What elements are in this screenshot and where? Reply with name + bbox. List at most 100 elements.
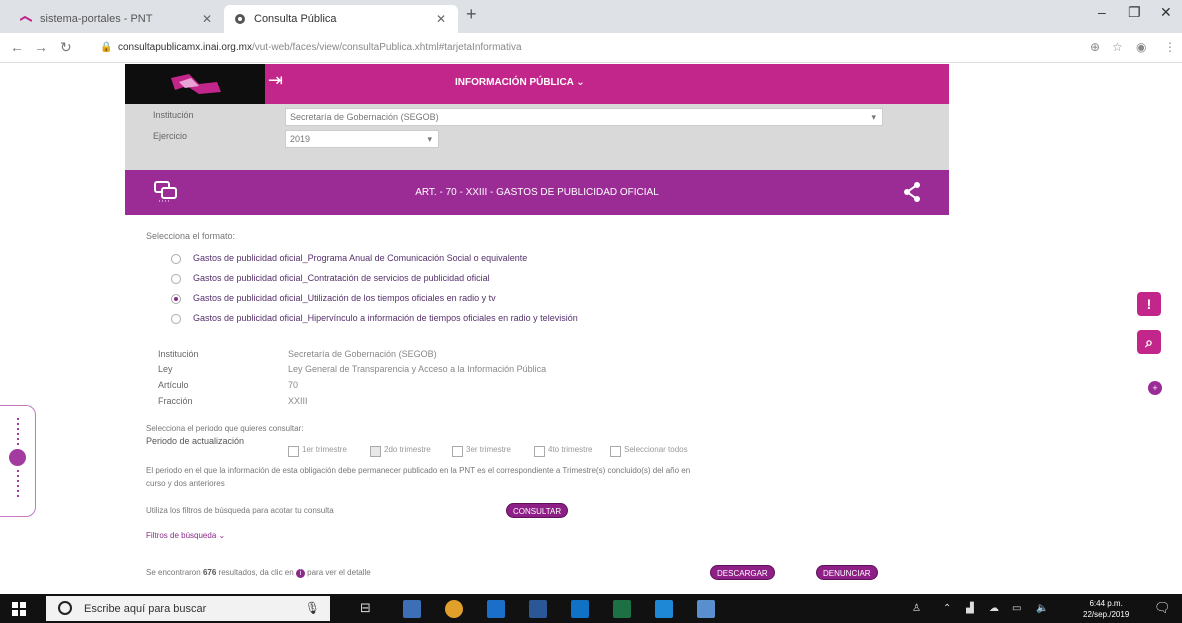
close-tab-icon[interactable]: ✕ xyxy=(202,5,212,33)
detail-key: Artículo xyxy=(158,380,189,390)
detail-key: Fracción xyxy=(158,396,193,406)
address-bar: ← → ↻ 🔒 consultapublicamx.inai.org.mx/vu… xyxy=(0,33,1182,63)
tab-sistema-portales[interactable]: sistema-portales - PNT ✕ xyxy=(10,5,224,33)
onedrive-icon[interactable]: ☁ xyxy=(989,603,999,614)
taskbar-clock[interactable]: 6:44 p.m. 22/sep./2019 xyxy=(1083,598,1129,620)
reload-icon[interactable]: ↻ xyxy=(60,39,72,56)
institucion-label: Institución xyxy=(153,110,194,120)
app-icon[interactable] xyxy=(697,600,715,618)
radio-button[interactable] xyxy=(171,254,181,264)
institucion-value: Secretaría de Gobernación (SEGOB) xyxy=(290,112,439,122)
radio-button-selected[interactable] xyxy=(171,294,181,304)
maximize-icon[interactable]: ❐ xyxy=(1128,4,1141,21)
formato-option-label: Gastos de publicidad oficial_Hipervíncul… xyxy=(193,313,578,323)
detail-value: XXIII xyxy=(288,396,308,406)
filtros-busqueda-link[interactable]: Filtros de búsqueda ⌄ xyxy=(146,531,225,540)
zoom-icon[interactable]: ⊕ xyxy=(1090,40,1100,54)
lock-icon: 🔒 xyxy=(100,42,113,53)
chevron-down-icon: ▾ xyxy=(427,134,432,144)
pnt-favicon-icon xyxy=(20,15,32,22)
plus-icon[interactable]: + xyxy=(1148,381,1162,395)
tab-consulta-publica[interactable]: Consulta Pública ✕ xyxy=(224,5,458,33)
periodo-checkbox[interactable]: Seleccionar todos xyxy=(610,445,688,457)
minimize-icon[interactable]: – xyxy=(1098,4,1106,20)
site-header: ⇥ INFORMACIÓN PÚBLICA ⌄ xyxy=(125,64,949,104)
periodo-checkbox-checked[interactable]: 2do trimestre xyxy=(370,445,431,457)
url-host: consultapublicamx.inai.org.mx xyxy=(118,42,252,53)
windows-start-icon[interactable] xyxy=(12,602,26,616)
formato-prompt: Selecciona el formato: xyxy=(146,231,236,241)
notifications-icon[interactable]: 🗨 xyxy=(1154,600,1171,616)
detail-value: Ley General de Transparencia y Acceso a … xyxy=(288,364,547,374)
back-icon[interactable]: ← xyxy=(10,39,24,55)
app-icon[interactable] xyxy=(655,600,673,618)
periodo-checkbox[interactable]: 1er trimestre xyxy=(288,445,347,457)
pnt-logo-icon xyxy=(171,74,221,94)
radio-button[interactable] xyxy=(171,274,181,284)
chrome-icon[interactable] xyxy=(445,600,463,618)
battery-icon[interactable]: ▭ xyxy=(1012,603,1021,614)
periodo-options: 1er trimestre 2do trimestre 3er trimestr… xyxy=(288,445,718,457)
formato-option-label: Gastos de publicidad oficial_Utilización… xyxy=(193,293,496,303)
people-icon[interactable]: ♙ xyxy=(912,603,921,614)
article-title: ART. - 70 - XXIII - GASTOS DE PUBLICIDAD… xyxy=(415,187,659,198)
network-icon[interactable]: ▟ xyxy=(966,603,974,614)
cortana-icon xyxy=(58,601,72,615)
consultar-button[interactable]: CONSULTAR xyxy=(506,503,569,518)
results-summary: Se encontraron 676 resultados, da clic e… xyxy=(146,568,371,578)
tab-label: sistema-portales - PNT xyxy=(40,13,153,25)
forward-icon[interactable]: → xyxy=(34,39,48,55)
descargar-button[interactable]: DESCARGAR xyxy=(710,565,775,580)
clock-date: 22/sep./2019 xyxy=(1083,610,1130,619)
browser-tab-bar: sistema-portales - PNT ✕ Consulta Públic… xyxy=(0,0,1182,33)
periodo-checkbox[interactable]: 3er trimestre xyxy=(452,445,511,457)
profile-icon[interactable]: ◉ xyxy=(1136,40,1146,54)
url-path: /vut-web/faces/view/consultaPublica.xhtm… xyxy=(251,42,522,53)
radio-button[interactable] xyxy=(171,314,181,324)
periodo-label: Periodo de actualización xyxy=(146,436,245,446)
file-explorer-icon[interactable] xyxy=(403,600,421,618)
ejercicio-label: Ejercicio xyxy=(153,131,188,141)
detail-key: Institución xyxy=(158,349,199,359)
search-hint: Utiliza los filtros de búsqueda para aco… xyxy=(146,506,334,515)
ejercicio-select[interactable]: 2019 ▾ xyxy=(285,130,439,148)
institucion-select[interactable]: Secretaría de Gobernación (SEGOB) ▾ xyxy=(285,108,883,126)
taskbar-search[interactable]: Escribe aquí para buscar 🎙 xyxy=(46,596,330,621)
info-publica-menu[interactable]: INFORMACIÓN PÚBLICA ⌄ xyxy=(455,77,585,88)
filters-panel: Institución Secretaría de Gobernación (S… xyxy=(125,104,949,170)
close-window-icon[interactable]: ✕ xyxy=(1160,4,1172,21)
task-view-icon[interactable]: ⊟ xyxy=(360,600,371,616)
clock-time: 6:44 p.m. xyxy=(1089,599,1123,608)
tray-chevron-icon[interactable]: ⌃ xyxy=(943,603,951,614)
periodo-note-line2: curso y dos anteriores xyxy=(146,479,225,488)
taskbar-search-placeholder: Escribe aquí para buscar xyxy=(84,603,207,615)
accessibility-tab[interactable] xyxy=(0,405,36,517)
outlook-icon[interactable] xyxy=(571,600,589,618)
detail-value: 70 xyxy=(288,380,299,390)
edge-icon[interactable] xyxy=(487,600,505,618)
volume-icon[interactable]: 🔈 xyxy=(1036,603,1048,614)
periodo-prompt: Selecciona el periodo que quieres consul… xyxy=(146,424,304,433)
periodo-note-line1: El periodo en el que la información de e… xyxy=(146,466,691,475)
chevron-down-icon: ▾ xyxy=(871,112,876,122)
periodo-checkbox[interactable]: 4to trimestre xyxy=(534,445,592,457)
excel-icon[interactable] xyxy=(613,600,631,618)
share-icon[interactable] xyxy=(903,182,921,202)
login-icon[interactable]: ⇥ xyxy=(268,70,283,91)
globe-icon xyxy=(235,14,245,24)
accessibility-icon xyxy=(9,449,26,466)
alert-icon[interactable]: ! xyxy=(1137,292,1161,316)
search-zoom-icon[interactable]: ⌕ xyxy=(1137,330,1161,354)
microphone-icon[interactable]: 🎙 xyxy=(305,601,320,615)
info-icon: i xyxy=(295,569,305,578)
url-field[interactable]: consultapublicamx.inai.org.mx/vut-web/fa… xyxy=(118,38,1058,58)
formato-option-label: Gastos de publicidad oficial_Programa An… xyxy=(193,253,528,263)
menu-dots-icon[interactable]: ⋮ xyxy=(1164,40,1176,54)
denunciar-button[interactable]: DENUNCIAR xyxy=(816,565,878,580)
pnt-logo[interactable] xyxy=(125,64,265,104)
new-tab-icon[interactable]: + xyxy=(466,4,477,25)
word-icon[interactable] xyxy=(529,600,547,618)
formato-option-label: Gastos de publicidad oficial_Contratació… xyxy=(193,273,490,283)
close-tab-icon[interactable]: ✕ xyxy=(436,5,446,33)
bookmark-star-icon[interactable]: ☆ xyxy=(1112,40,1123,54)
